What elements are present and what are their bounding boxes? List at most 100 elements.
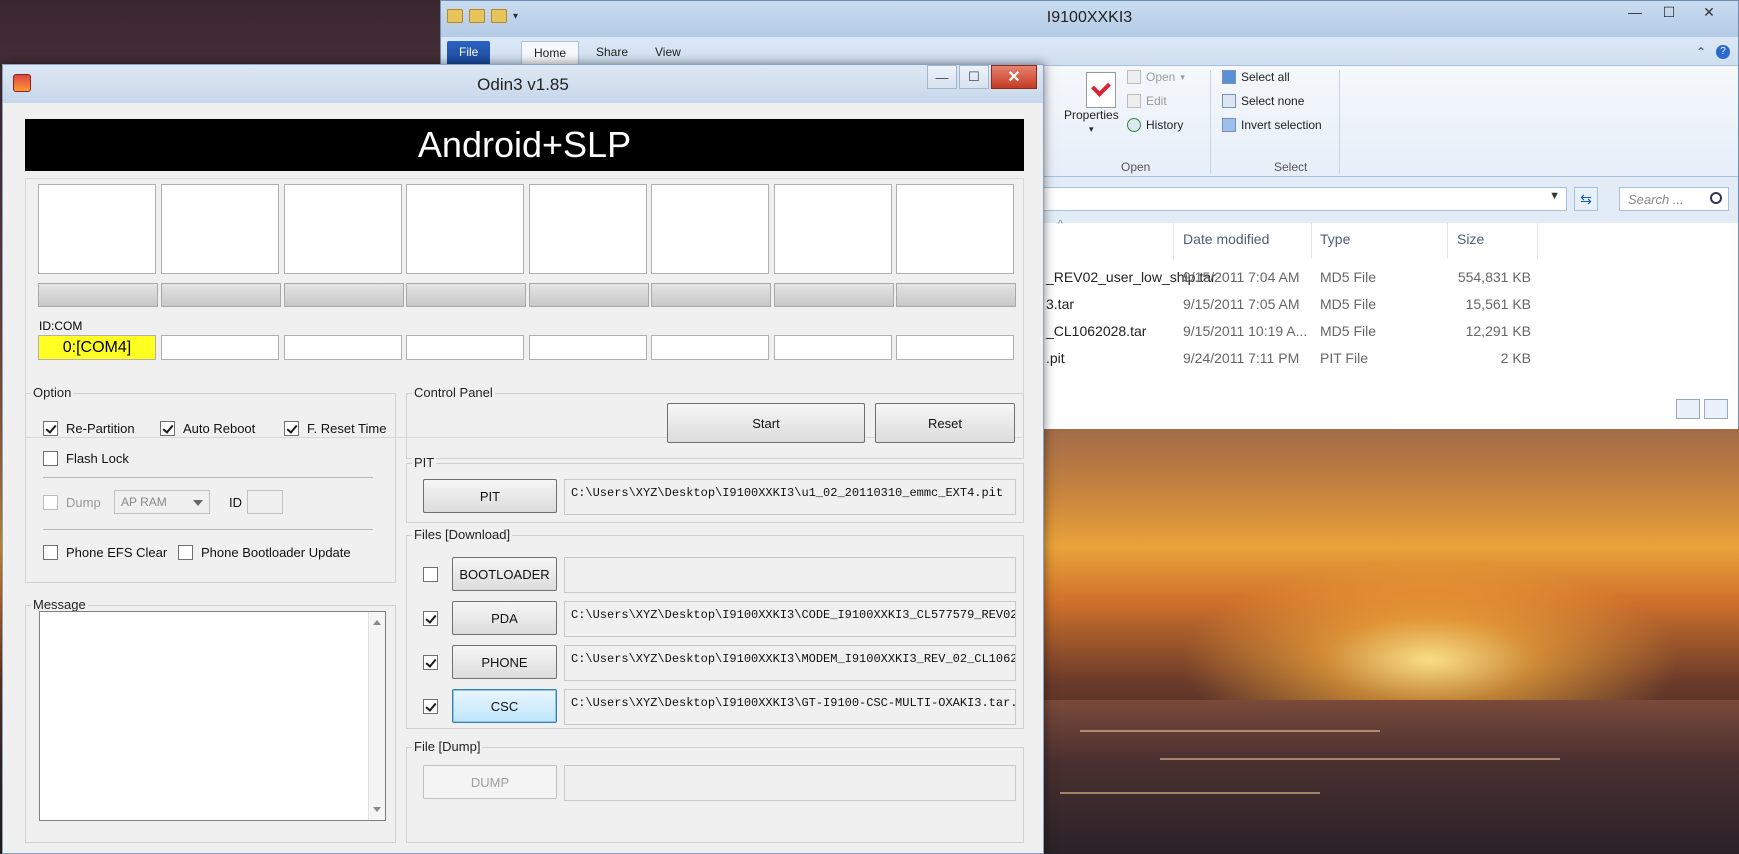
file-size: 12,291 KB: [1465, 323, 1531, 339]
dump-path-field[interactable]: [564, 765, 1016, 801]
phone-bootloader-update-checkbox[interactable]: Phone Bootloader Update: [178, 545, 351, 560]
message-label: Message: [31, 597, 88, 612]
flash-lock-checkbox[interactable]: Flash Lock: [43, 451, 129, 466]
bootloader-button[interactable]: BOOTLOADER: [452, 557, 557, 591]
odin-title: Odin3 v1.85: [477, 75, 569, 94]
port-slot: [161, 184, 279, 274]
file-name[interactable]: _CL1062028.tar: [1046, 323, 1146, 339]
open-group-label: Open: [1121, 160, 1151, 174]
file-name[interactable]: .pit: [1046, 350, 1065, 366]
odin-window-controls: — ☐ ✕: [927, 65, 1037, 89]
message-log[interactable]: [39, 611, 386, 821]
search-input[interactable]: Search ...: [1619, 187, 1729, 211]
option-label: Option: [31, 385, 74, 400]
progress-bar: [406, 283, 526, 307]
dump-select[interactable]: AP RAM: [114, 490, 210, 514]
com-port-0: 0:[COM4]: [38, 335, 156, 360]
properties-dropdown-icon[interactable]: ▾: [1089, 124, 1094, 135]
progress-bar: [896, 283, 1016, 307]
re-partition-checkbox[interactable]: Re-Partition: [43, 421, 135, 436]
column-date-modified[interactable]: Date modified: [1183, 231, 1269, 247]
com-port: [529, 335, 647, 360]
open-button[interactable]: Open ▾: [1127, 70, 1185, 84]
tab-file[interactable]: File: [447, 41, 491, 65]
dump-button[interactable]: DUMP: [423, 765, 557, 799]
port-slot: [774, 184, 892, 274]
file-size: 15,561 KB: [1465, 296, 1531, 312]
dump-checkbox[interactable]: Dump: [43, 495, 101, 510]
scroll-up-icon[interactable]: [373, 620, 381, 625]
progress-bar: [161, 283, 281, 307]
invert-selection-button[interactable]: Invert selection: [1222, 118, 1322, 132]
com-port: [161, 335, 279, 360]
file-date: 9/15/2011 10:19 A...: [1183, 323, 1308, 339]
pda-button[interactable]: PDA: [452, 601, 557, 635]
file-type: MD5 File: [1320, 269, 1377, 285]
start-button[interactable]: Start: [667, 403, 865, 443]
tab-home[interactable]: Home: [521, 41, 580, 65]
details-view-icon[interactable]: [1676, 399, 1700, 419]
explorer-title: I9100XXKI3: [1046, 9, 1133, 26]
pit-button[interactable]: PIT: [423, 479, 557, 513]
close-button[interactable]: ✕: [1686, 1, 1732, 23]
refresh-button[interactable]: ⇆: [1574, 187, 1598, 211]
file-date: 9/15/2011 7:04 AM: [1183, 269, 1300, 285]
select-all-button[interactable]: Select all: [1222, 70, 1290, 84]
maximize-button[interactable]: ☐: [1652, 1, 1686, 23]
id-input[interactable]: [247, 490, 283, 514]
pda-path-field[interactable]: C:\Users\XYZ\Desktop\I9100XXKI3\CODE_I91…: [564, 601, 1016, 637]
phone-path-field[interactable]: C:\Users\XYZ\Desktop\I9100XXKI3\MODEM_I9…: [564, 645, 1016, 681]
properties-button[interactable]: Properties: [1064, 108, 1119, 122]
option-divider: [43, 529, 373, 530]
file-date: 9/24/2011 7:11 PM: [1183, 350, 1300, 366]
f-reset-time-checkbox[interactable]: F. Reset Time: [284, 421, 386, 436]
phone-button[interactable]: PHONE: [452, 645, 557, 679]
large-icons-view-icon[interactable]: [1704, 399, 1728, 419]
minimize-button[interactable]: —: [927, 65, 957, 89]
file-dump-label: File [Dump]: [412, 739, 483, 754]
port-slot: [896, 184, 1014, 274]
chevron-down-icon[interactable]: ▼: [1549, 190, 1560, 202]
search-icon[interactable]: [1710, 192, 1722, 204]
help-icon[interactable]: ?: [1716, 45, 1730, 59]
properties-icon-large[interactable]: [1086, 72, 1116, 108]
auto-reboot-checkbox[interactable]: Auto Reboot: [160, 421, 255, 436]
odin-window: Odin3 v1.85 — ☐ ✕ Android+SLP ID:COM 0:[…: [2, 64, 1044, 854]
column-type[interactable]: Type: [1320, 231, 1350, 247]
chevron-up-icon[interactable]: ⌃: [1696, 45, 1706, 59]
file-name[interactable]: 3.tar: [1046, 296, 1074, 312]
select-none-button[interactable]: Select none: [1222, 94, 1304, 108]
file-type: MD5 File: [1320, 296, 1377, 312]
close-button[interactable]: ✕: [991, 65, 1037, 89]
scroll-down-icon[interactable]: [373, 807, 381, 812]
maximize-button[interactable]: ☐: [959, 65, 989, 89]
file-size: 554,831 KB: [1457, 269, 1531, 285]
bootloader-checkbox[interactable]: [423, 567, 438, 582]
pit-path-field[interactable]: C:\Users\XYZ\Desktop\I9100XXKI3\u1_02_20…: [564, 479, 1016, 515]
bootloader-path-field[interactable]: [564, 557, 1016, 593]
select-group-label: Select: [1274, 160, 1308, 174]
com-port: [774, 335, 892, 360]
scrollbar[interactable]: [368, 612, 385, 820]
history-button[interactable]: History: [1127, 118, 1183, 132]
phone-efs-clear-checkbox[interactable]: Phone EFS Clear: [43, 545, 167, 560]
column-size[interactable]: Size: [1457, 231, 1484, 247]
phone-checkbox[interactable]: [423, 655, 438, 670]
progress-bar: [284, 283, 404, 307]
file-date: 9/15/2011 7:05 AM: [1183, 296, 1300, 312]
port-slot: [38, 184, 156, 274]
reset-button[interactable]: Reset: [875, 403, 1015, 443]
port-slot: [406, 184, 524, 274]
open-icon: [1127, 70, 1141, 84]
csc-path-field[interactable]: C:\Users\XYZ\Desktop\I9100XXKI3\GT-I9100…: [564, 689, 1016, 725]
port-slot: [651, 184, 769, 274]
edit-button[interactable]: Edit: [1127, 94, 1167, 108]
minimize-button[interactable]: —: [1618, 1, 1652, 23]
csc-button[interactable]: CSC: [452, 689, 557, 723]
pda-checkbox[interactable]: [423, 611, 438, 626]
tab-share[interactable]: Share: [584, 41, 640, 65]
tab-view[interactable]: View: [643, 41, 693, 65]
ribbon-right-icons: ⌃ ?: [1696, 45, 1730, 59]
com-port: [651, 335, 769, 360]
csc-checkbox[interactable]: [423, 699, 438, 714]
